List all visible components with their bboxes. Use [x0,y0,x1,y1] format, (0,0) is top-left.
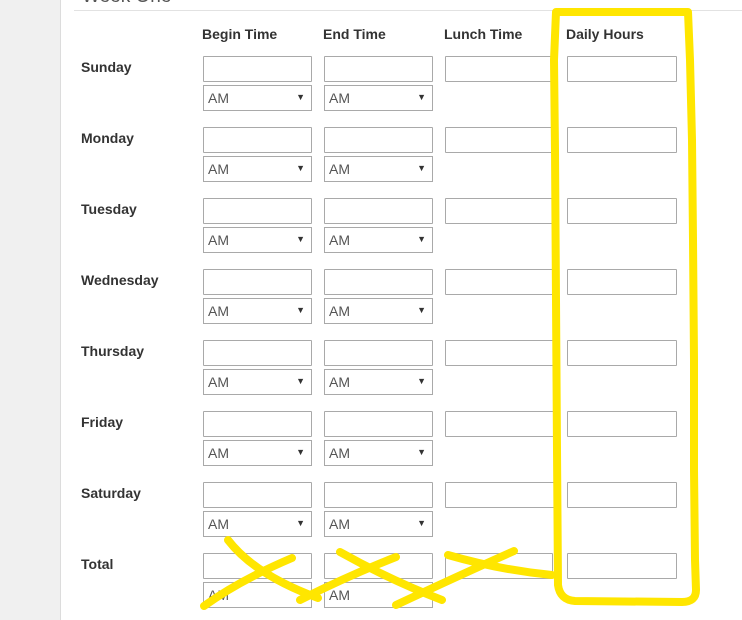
begin-time-input[interactable] [203,198,312,224]
section-title: Week One [82,0,171,8]
lunch-time-input[interactable] [445,198,555,224]
end-ampm-value: AM [329,587,350,603]
caret-down-icon: ▼ [296,376,305,386]
end-ampm-select[interactable]: AM ▼ [324,440,433,466]
total-begin-ampm-select[interactable]: AM [203,582,312,608]
total-daily-hours-input[interactable] [567,553,677,579]
begin-time-input[interactable] [203,482,312,508]
lunch-time-input[interactable] [445,411,555,437]
begin-ampm-value: AM [208,90,229,106]
total-begin-input[interactable] [203,553,312,579]
column-header-end-time: End Time [323,26,386,42]
caret-down-icon: ▼ [296,305,305,315]
caret-down-icon: ▼ [417,163,426,173]
end-ampm-select[interactable]: AM ▼ [324,298,433,324]
highlight-box-daily-hours [550,8,700,606]
lunch-time-input[interactable] [445,340,555,366]
begin-ampm-select[interactable]: AM ▼ [203,227,312,253]
column-header-lunch-time: Lunch Time [444,26,523,42]
begin-time-input[interactable] [203,411,312,437]
caret-down-icon: ▼ [417,518,426,528]
end-ampm-value: AM [329,90,350,106]
end-ampm-select[interactable]: AM ▼ [324,156,433,182]
daily-hours-input[interactable] [567,198,677,224]
end-ampm-value: AM [329,445,350,461]
day-label: Thursday [81,343,145,359]
end-time-input[interactable] [324,127,433,153]
end-ampm-value: AM [329,516,350,532]
begin-ampm-value: AM [208,374,229,390]
end-ampm-select[interactable]: AM ▼ [324,85,433,111]
begin-ampm-value: AM [208,516,229,532]
begin-ampm-select[interactable]: AM ▼ [203,85,312,111]
end-ampm-select[interactable]: AM ▼ [324,369,433,395]
day-label: Wednesday [81,272,159,288]
lunch-time-input[interactable] [445,269,555,295]
lunch-time-input[interactable] [445,482,555,508]
begin-ampm-select[interactable]: AM ▼ [203,511,312,537]
begin-time-input[interactable] [203,269,312,295]
begin-ampm-value: AM [208,303,229,319]
daily-hours-input[interactable] [567,482,677,508]
daily-hours-input[interactable] [567,269,677,295]
lunch-time-input[interactable] [445,127,555,153]
end-ampm-select[interactable]: AM ▼ [324,511,433,537]
begin-ampm-value: AM [208,232,229,248]
begin-ampm-value: AM [208,587,229,603]
begin-time-input[interactable] [203,340,312,366]
caret-down-icon: ▼ [296,447,305,457]
end-ampm-value: AM [329,374,350,390]
end-time-input[interactable] [324,411,433,437]
daily-hours-input[interactable] [567,340,677,366]
begin-ampm-select[interactable]: AM ▼ [203,440,312,466]
end-time-input[interactable] [324,340,433,366]
caret-down-icon: ▼ [417,92,426,102]
column-header-daily-hours: Daily Hours [566,26,644,42]
daily-hours-input[interactable] [567,127,677,153]
end-time-input[interactable] [324,482,433,508]
begin-ampm-value: AM [208,445,229,461]
caret-down-icon: ▼ [417,447,426,457]
total-lunch-input[interactable] [445,553,553,579]
caret-down-icon: ▼ [296,163,305,173]
caret-down-icon: ▼ [417,234,426,244]
begin-ampm-select[interactable]: AM ▼ [203,156,312,182]
end-time-input[interactable] [324,269,433,295]
end-ampm-value: AM [329,303,350,319]
daily-hours-input[interactable] [567,56,677,82]
end-ampm-value: AM [329,232,350,248]
caret-down-icon: ▼ [296,92,305,102]
daily-hours-input[interactable] [567,411,677,437]
day-label: Sunday [81,59,132,75]
begin-ampm-select[interactable]: AM ▼ [203,298,312,324]
caret-down-icon: ▼ [417,305,426,315]
begin-ampm-value: AM [208,161,229,177]
end-time-input[interactable] [324,56,433,82]
day-label: Saturday [81,485,141,501]
total-end-ampm-select[interactable]: AM [324,582,433,608]
column-header-begin-time: Begin Time [202,26,278,42]
day-label: Tuesday [81,201,137,217]
day-label: Friday [81,414,124,430]
end-ampm-value: AM [329,161,350,177]
caret-down-icon: ▼ [417,376,426,386]
left-sidebar-gutter [0,0,61,620]
total-end-input[interactable] [324,553,433,579]
caret-down-icon: ▼ [296,518,305,528]
lunch-time-input[interactable] [445,56,555,82]
end-time-input[interactable] [324,198,433,224]
begin-time-input[interactable] [203,127,312,153]
section-divider [74,10,742,11]
caret-down-icon: ▼ [296,234,305,244]
begin-time-input[interactable] [203,56,312,82]
begin-ampm-select[interactable]: AM ▼ [203,369,312,395]
day-label: Monday [81,130,134,146]
end-ampm-select[interactable]: AM ▼ [324,227,433,253]
total-label: Total [81,556,114,572]
